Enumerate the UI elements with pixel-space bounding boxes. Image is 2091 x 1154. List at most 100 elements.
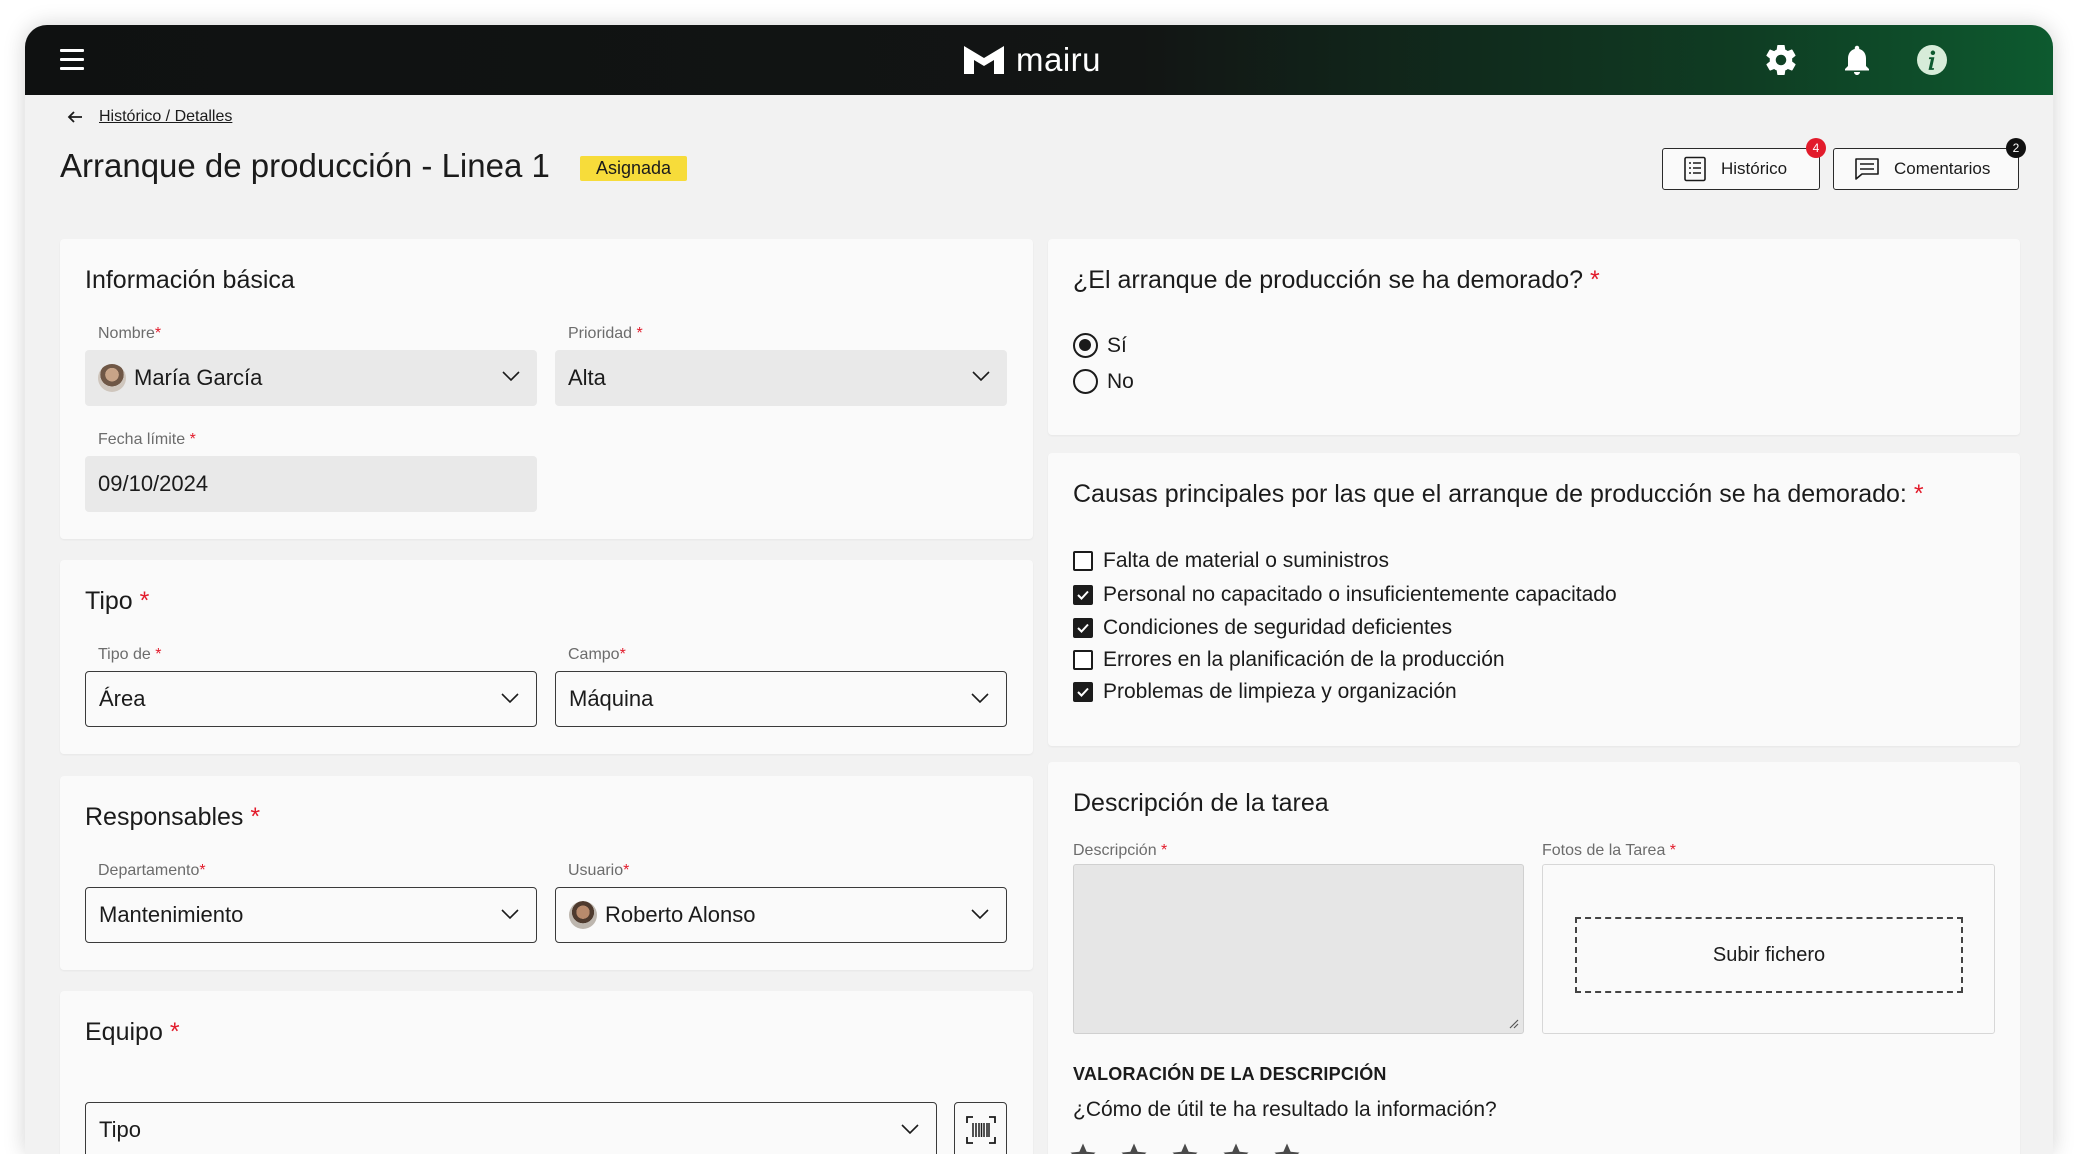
- descripcion-label: Descripción *: [1073, 842, 1168, 859]
- star-icon[interactable]: [1221, 1141, 1272, 1154]
- gear-icon[interactable]: [1763, 42, 1799, 78]
- radio-button[interactable]: [1073, 333, 1098, 358]
- tipo-card: Tipo * Tipo de * Área Campo* Máquina: [60, 560, 1033, 754]
- chevron-down-icon: [901, 1124, 919, 1135]
- causes-card: Causas principales por las que el arranq…: [1048, 453, 2020, 746]
- back-arrow-icon[interactable]: [65, 107, 85, 127]
- tipo-de-label: Tipo de *: [98, 646, 162, 663]
- cause-checkbox-row[interactable]: Personal no capacitado o insuficientemen…: [1073, 583, 1617, 607]
- radio-option-no[interactable]: No: [1073, 369, 1134, 394]
- breadcrumb-link[interactable]: Histórico / Detalles: [99, 108, 232, 126]
- equipo-title: Equipo *: [85, 1018, 180, 1046]
- brand-logo[interactable]: mairu: [962, 39, 1101, 81]
- app-window: mairu Histórico / Detalles Arranque de p…: [25, 25, 2053, 1154]
- departamento-select[interactable]: Mantenimiento: [85, 887, 537, 943]
- page-title: Arranque de producción - Linea 1: [60, 147, 550, 184]
- prioridad-select[interactable]: Alta: [555, 350, 1007, 406]
- barcode-icon: [965, 1116, 996, 1144]
- equipo-tipo-select[interactable]: Tipo: [85, 1102, 937, 1154]
- chevron-down-icon: [502, 371, 520, 382]
- historico-label: Histórico: [1721, 159, 1788, 178]
- campo-select[interactable]: Máquina: [555, 671, 1007, 727]
- breadcrumb: Histórico / Detalles: [65, 107, 232, 127]
- status-badge: Asignada: [580, 156, 688, 181]
- nombre-select[interactable]: María García: [85, 350, 537, 406]
- departamento-value: Mantenimiento: [99, 902, 244, 927]
- equipo-tipo-placeholder: Tipo: [99, 1117, 141, 1142]
- checkbox[interactable]: [1073, 618, 1093, 638]
- tipo-de-select[interactable]: Área: [85, 671, 537, 727]
- radio-option-si[interactable]: Sí: [1073, 333, 1127, 358]
- fecha-label: Fecha límite *: [98, 431, 196, 448]
- rating-stars: [1068, 1141, 1323, 1154]
- bell-icon[interactable]: [1839, 42, 1875, 78]
- star-icon[interactable]: [1119, 1141, 1170, 1154]
- chevron-down-icon: [501, 693, 519, 704]
- fotos-upload-area: Subir fichero: [1542, 864, 1995, 1034]
- cause-label: Condiciones de seguridad deficientes: [1103, 616, 1453, 639]
- history-list-icon: [1684, 156, 1706, 182]
- comentarios-label: Comentarios: [1894, 159, 1991, 178]
- delay-question-card: ¿El arranque de producción se ha demorad…: [1048, 239, 2020, 435]
- departamento-label: Departamento*: [98, 862, 206, 879]
- checkmark-icon: [1077, 590, 1089, 600]
- basic-info-title: Información básica: [85, 266, 295, 294]
- checkmark-icon: [1077, 687, 1089, 697]
- radio-label: Sí: [1107, 333, 1127, 357]
- checkbox[interactable]: [1073, 650, 1093, 670]
- historico-button[interactable]: Histórico 4: [1662, 138, 1826, 190]
- comentarios-count-badge: 2: [2006, 138, 2026, 158]
- fotos-label: Fotos de la Tarea *: [1542, 842, 1677, 859]
- campo-value: Máquina: [569, 686, 654, 711]
- star-icon[interactable]: [1272, 1141, 1323, 1154]
- tipo-title: Tipo *: [85, 587, 150, 615]
- rating-question: ¿Cómo de útil te ha resultado la informa…: [1073, 1098, 1497, 1121]
- task-description-card: Descripción de la tarea Descripción * Fo…: [1048, 762, 2020, 1154]
- checkbox[interactable]: [1073, 682, 1093, 702]
- cause-label: Errores en la planificación de la produc…: [1103, 648, 1505, 671]
- task-description-title: Descripción de la tarea: [1073, 789, 1329, 817]
- chevron-down-icon: [501, 909, 519, 920]
- chevron-down-icon: [971, 909, 989, 920]
- historico-count-badge: 4: [1806, 138, 1826, 158]
- cause-checkbox-row[interactable]: Errores en la planificación de la produc…: [1073, 648, 1505, 672]
- cause-checkbox-row[interactable]: Condiciones de seguridad deficientes: [1073, 616, 1452, 640]
- comment-icon: [1855, 158, 1879, 180]
- brand-name: mairu: [1016, 41, 1102, 78]
- campo-label: Campo*: [568, 646, 626, 663]
- upload-file-button[interactable]: Subir fichero: [1575, 917, 1963, 993]
- basic-info-card: Información básica Nombre* María García …: [60, 239, 1033, 539]
- avatar: [569, 901, 597, 929]
- cause-label: Problemas de limpieza y organización: [1103, 680, 1457, 703]
- delay-question-title: ¿El arranque de producción se ha demorad…: [1073, 266, 1600, 294]
- responsables-title: Responsables *: [85, 803, 261, 831]
- responsables-card: Responsables * Departamento* Mantenimien…: [60, 776, 1033, 970]
- checkbox[interactable]: [1073, 551, 1093, 571]
- star-icon[interactable]: [1068, 1141, 1119, 1154]
- usuario-value: Roberto Alonso: [605, 902, 756, 927]
- cause-checkbox-row[interactable]: Problemas de limpieza y organización: [1073, 680, 1457, 704]
- fecha-input[interactable]: 09/10/2024: [85, 456, 537, 512]
- prioridad-label: Prioridad *: [568, 325, 643, 342]
- star-icon[interactable]: [1170, 1141, 1221, 1154]
- radio-button[interactable]: [1073, 369, 1098, 394]
- menu-icon[interactable]: [60, 49, 84, 71]
- chevron-down-icon: [971, 693, 989, 704]
- cause-label: Personal no capacitado o insuficientemen…: [1103, 583, 1617, 606]
- barcode-scan-button[interactable]: [954, 1102, 1007, 1154]
- chevron-down-icon: [972, 371, 990, 382]
- fecha-value: 09/10/2024: [98, 471, 209, 496]
- descripcion-textarea[interactable]: [1073, 864, 1524, 1034]
- usuario-select[interactable]: Roberto Alonso: [555, 887, 1007, 943]
- info-icon[interactable]: [1914, 42, 1950, 78]
- comentarios-button[interactable]: Comentarios 2: [1833, 138, 2026, 190]
- rating-section-title: VALORACIÓN DE LA DESCRIPCIÓN: [1073, 1064, 1387, 1084]
- cause-checkbox-row[interactable]: Falta de material o suministros: [1073, 549, 1389, 573]
- mairu-logo-icon: [964, 46, 1004, 74]
- top-bar: mairu: [25, 25, 2053, 95]
- tipo-de-value: Área: [99, 686, 146, 711]
- checkbox[interactable]: [1073, 585, 1093, 605]
- resize-handle-icon[interactable]: [1507, 1017, 1519, 1029]
- radio-label: No: [1107, 369, 1134, 393]
- cause-label: Falta de material o suministros: [1103, 549, 1389, 572]
